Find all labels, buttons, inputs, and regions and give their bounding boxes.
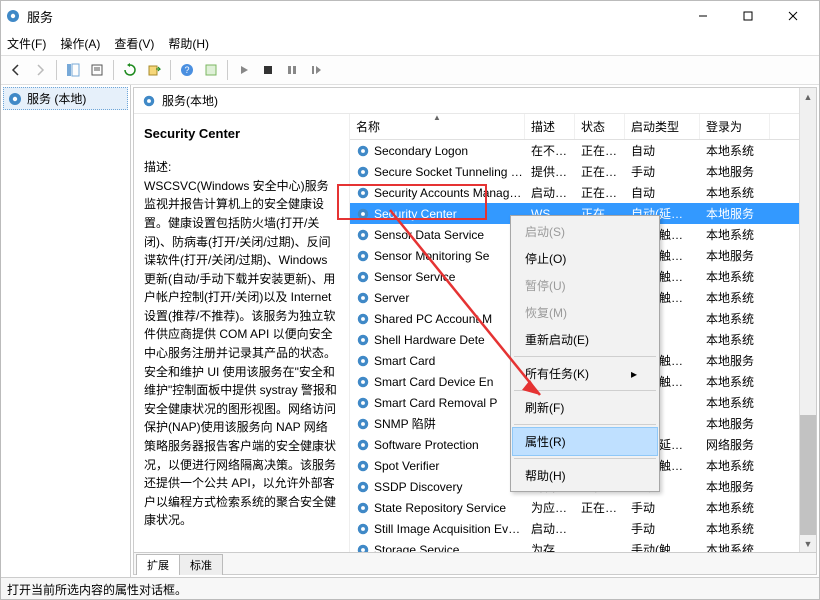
description-text: WSCSVC(Windows 安全中心)服务监视并报告计算机上的安全健康设置。健… <box>144 177 339 530</box>
col-logon[interactable]: 登录为 <box>700 114 770 139</box>
gear-icon <box>356 312 370 326</box>
back-button[interactable] <box>5 59 27 81</box>
show-hide-tree-button[interactable] <box>62 59 84 81</box>
ctx-help[interactable]: 帮助(H) <box>513 462 657 489</box>
menubar: 文件(F) 操作(A) 查看(V) 帮助(H) <box>1 31 819 55</box>
col-name[interactable]: 名称▲ <box>350 114 525 139</box>
svg-text:?: ? <box>184 65 189 75</box>
scroll-down-icon[interactable]: ▼ <box>800 535 816 552</box>
gear-icon <box>356 438 370 452</box>
col-start[interactable]: 启动类型 <box>625 114 700 139</box>
table-row[interactable]: Secure Socket Tunneling …提供…正在…手动本地服务 <box>350 161 816 182</box>
table-row[interactable]: Storage Service为存…手动(触发…本地系统 <box>350 539 816 552</box>
gear-icon <box>356 165 370 179</box>
ctx-properties[interactable]: 属性(R) <box>513 428 657 455</box>
chevron-right-icon: ▸ <box>631 367 637 381</box>
forward-button[interactable] <box>29 59 51 81</box>
gear-icon <box>356 144 370 158</box>
table-row[interactable]: Secondary Logon在不…正在…自动本地系统 <box>350 140 816 161</box>
gear-icon <box>356 354 370 368</box>
gear-icon <box>356 228 370 242</box>
gear-icon <box>356 501 370 515</box>
gear-icon <box>356 417 370 431</box>
col-desc[interactable]: 描述 <box>525 114 575 139</box>
sort-asc-icon: ▲ <box>433 113 441 122</box>
statusbar: 打开当前所选内容的属性对话框。 <box>1 577 819 599</box>
ctx-resume: 恢复(M) <box>513 299 657 326</box>
scroll-up-icon[interactable]: ▲ <box>800 88 816 105</box>
tree-root-services[interactable]: 服务 (本地) <box>3 87 128 110</box>
close-button[interactable] <box>770 2 815 30</box>
export-button[interactable] <box>143 59 165 81</box>
help-button[interactable]: ? <box>176 59 198 81</box>
description-label: 描述: <box>144 158 339 177</box>
toolbar: ? <box>1 55 819 85</box>
ctx-refresh[interactable]: 刷新(F) <box>513 394 657 421</box>
titlebar: 服务 <box>1 1 819 31</box>
pane-header-text: 服务(本地) <box>162 92 218 109</box>
right-pane: 服务(本地) Security Center 描述: WSCSVC(Window… <box>133 87 817 575</box>
minimize-button[interactable] <box>680 2 725 30</box>
maximize-button[interactable] <box>725 2 770 30</box>
play-button[interactable] <box>233 59 255 81</box>
table-row[interactable]: State Repository Service为应…正在…手动本地系统 <box>350 497 816 518</box>
menu-help[interactable]: 帮助(H) <box>168 35 209 52</box>
gear-icon <box>356 459 370 473</box>
menu-view[interactable]: 查看(V) <box>114 35 154 52</box>
list-header: 名称▲ 描述 状态 启动类型 登录为 <box>350 114 816 140</box>
gear-icon <box>5 8 21 24</box>
ctx-pause: 暂停(U) <box>513 272 657 299</box>
window: 服务 文件(F) 操作(A) 查看(V) 帮助(H) ? <box>0 0 820 600</box>
gear-icon <box>356 249 370 263</box>
table-row[interactable]: Security Accounts Manag…启动…正在…自动本地系统 <box>350 182 816 203</box>
col-status[interactable]: 状态 <box>575 114 625 139</box>
refresh-button[interactable] <box>119 59 141 81</box>
selected-service-title: Security Center <box>144 124 339 144</box>
gear-icon <box>356 270 370 284</box>
gear-icon <box>356 396 370 410</box>
tab-standard[interactable]: 标准 <box>179 554 223 575</box>
ctx-start: 启动(S) <box>513 218 657 245</box>
menu-file[interactable]: 文件(F) <box>7 35 46 52</box>
pause-button[interactable] <box>281 59 303 81</box>
gear-icon <box>356 543 370 553</box>
context-menu: 启动(S) 停止(O) 暂停(U) 恢复(M) 重新启动(E) 所有任务(K)▸… <box>510 215 660 492</box>
gear-icon <box>356 375 370 389</box>
gear-icon <box>7 91 23 107</box>
window-title: 服务 <box>27 7 680 26</box>
gear-icon <box>356 522 370 536</box>
gear-icon <box>356 207 370 221</box>
ctx-restart[interactable]: 重新启动(E) <box>513 326 657 353</box>
properties-button[interactable] <box>86 59 108 81</box>
workarea: 服务 (本地) 服务(本地) Security Center 描述: WSCSV… <box>1 85 819 577</box>
tabs: 扩展 标准 <box>134 552 816 574</box>
extra-button[interactable] <box>200 59 222 81</box>
pane-header: 服务(本地) <box>134 88 816 114</box>
gear-icon <box>356 291 370 305</box>
table-row[interactable]: Still Image Acquisition Ev…启动…手动本地系统 <box>350 518 816 539</box>
menu-action[interactable]: 操作(A) <box>60 35 100 52</box>
tree-pane: 服务 (本地) <box>1 85 131 577</box>
gear-icon <box>142 94 156 108</box>
ctx-stop[interactable]: 停止(O) <box>513 245 657 272</box>
scroll-thumb[interactable] <box>800 415 816 535</box>
gear-icon <box>356 333 370 347</box>
tab-extended[interactable]: 扩展 <box>136 554 180 575</box>
restart-button[interactable] <box>305 59 327 81</box>
gear-icon <box>356 480 370 494</box>
ctx-alltasks[interactable]: 所有任务(K)▸ <box>513 360 657 387</box>
vertical-scrollbar[interactable]: ▲ ▼ <box>799 88 816 552</box>
stop-button[interactable] <box>257 59 279 81</box>
tree-root-label: 服务 (本地) <box>27 90 86 107</box>
detail-column: Security Center 描述: WSCSVC(Windows 安全中心)… <box>134 114 349 552</box>
gear-icon <box>356 186 370 200</box>
